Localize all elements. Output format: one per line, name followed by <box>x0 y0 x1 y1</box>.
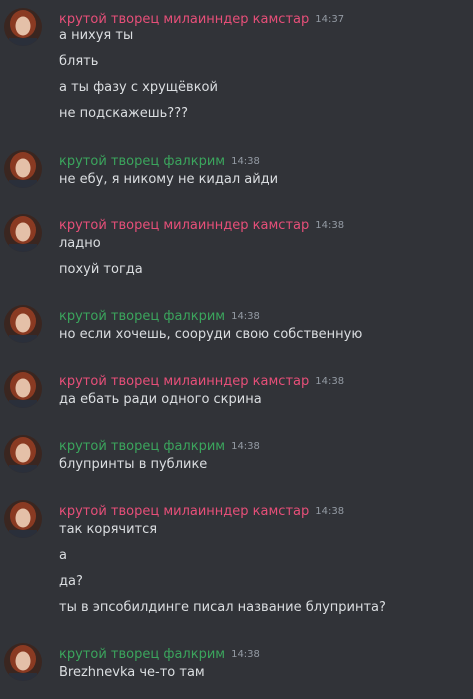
username[interactable]: крутой творец милаинндер камстар <box>59 374 309 389</box>
message-header: крутой творец фалкрим 14:38 <box>59 643 260 663</box>
avatar[interactable] <box>4 500 42 538</box>
username[interactable]: крутой творец фалкрим <box>59 439 225 454</box>
avatar-portrait-icon <box>4 150 42 188</box>
username[interactable]: крутой творец милаинндер камстар <box>59 218 309 233</box>
message-header: крутой творец милаинндер камстар 14:38 <box>59 500 344 520</box>
avatar-portrait-icon <box>4 643 42 681</box>
message-header: крутой творец милаинндер камстар 14:38 <box>59 370 344 390</box>
avatar-portrait-icon <box>4 370 42 408</box>
username[interactable]: крутой творец фалкрим <box>59 309 225 324</box>
message-text: блупринты в публике <box>59 457 208 472</box>
message-text: не ебу, я никому не кидал айди <box>59 172 279 187</box>
username[interactable]: крутой творец фалкрим <box>59 647 225 662</box>
avatar[interactable] <box>4 150 42 188</box>
username[interactable]: крутой творец фалкрим <box>59 154 225 169</box>
avatar-portrait-icon <box>4 8 42 46</box>
message-text: похуй тогда <box>59 262 143 277</box>
message-text: а ты фазу с хрущёвкой <box>59 80 218 95</box>
message-text: а <box>59 548 67 563</box>
timestamp: 14:38 <box>231 441 260 452</box>
message-text: не подскажешь??? <box>59 106 189 121</box>
message-header: крутой творец милаинндер камстар 14:38 <box>59 214 344 234</box>
message-text: ты в эпсобилдинге писал название блуприн… <box>59 600 386 615</box>
message-text: так корячится <box>59 522 158 537</box>
avatar-portrait-icon <box>4 214 42 252</box>
timestamp: 14:38 <box>315 220 345 231</box>
message-text: да ебать ради одного скрина <box>59 392 262 407</box>
message-text: блять <box>59 54 99 69</box>
message-header: крутой творец фалкрим 14:38 <box>59 150 260 170</box>
message-header: крутой творец фалкрим 14:38 <box>59 305 260 325</box>
avatar[interactable] <box>4 643 42 681</box>
avatar[interactable] <box>4 435 42 473</box>
timestamp: 14:38 <box>231 156 260 167</box>
message-text: но если хочешь, сооруди свою собственную <box>59 327 363 342</box>
username[interactable]: крутой творец милаинндер камстар <box>59 504 309 519</box>
message-header: крутой творец фалкрим 14:38 <box>59 435 260 455</box>
message-text: а нихуя ты <box>59 28 134 43</box>
avatar[interactable] <box>4 8 42 46</box>
avatar-portrait-icon <box>4 500 42 538</box>
timestamp: 14:38 <box>315 506 345 517</box>
avatar[interactable] <box>4 370 42 408</box>
timestamp: 14:37 <box>315 14 345 25</box>
timestamp: 14:38 <box>315 376 345 387</box>
timestamp: 14:38 <box>231 649 260 660</box>
avatar-portrait-icon <box>4 435 42 473</box>
avatar[interactable] <box>4 305 42 343</box>
message-text: Brezhnevka че-то там <box>59 665 205 680</box>
avatar[interactable] <box>4 214 42 252</box>
avatar-portrait-icon <box>4 305 42 343</box>
timestamp: 14:38 <box>231 311 260 322</box>
message-text: ладно <box>59 236 101 251</box>
message-text: да? <box>59 574 83 589</box>
